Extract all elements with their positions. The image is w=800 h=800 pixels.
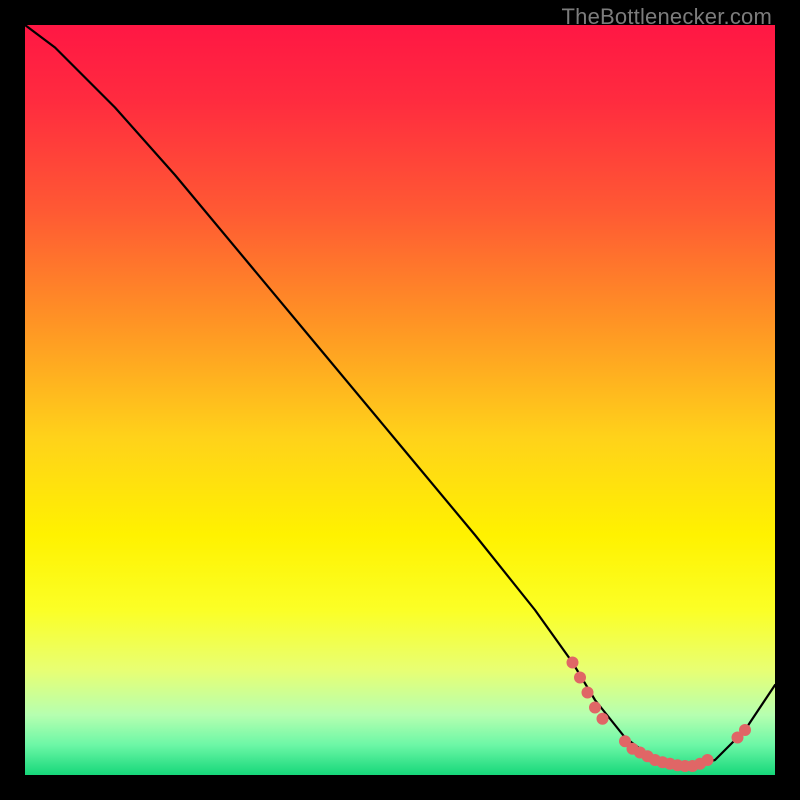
marker-dot: [574, 672, 586, 684]
marker-dot: [582, 687, 594, 699]
marker-dot: [739, 724, 751, 736]
chart-frame: TheBottlenecker.com: [0, 0, 800, 800]
chart-svg: [25, 25, 775, 775]
marker-dot: [597, 713, 609, 725]
marker-dot: [567, 657, 579, 669]
marker-dot: [702, 754, 714, 766]
gradient-background: [25, 25, 775, 775]
marker-dot: [589, 702, 601, 714]
plot-area: [25, 25, 775, 775]
